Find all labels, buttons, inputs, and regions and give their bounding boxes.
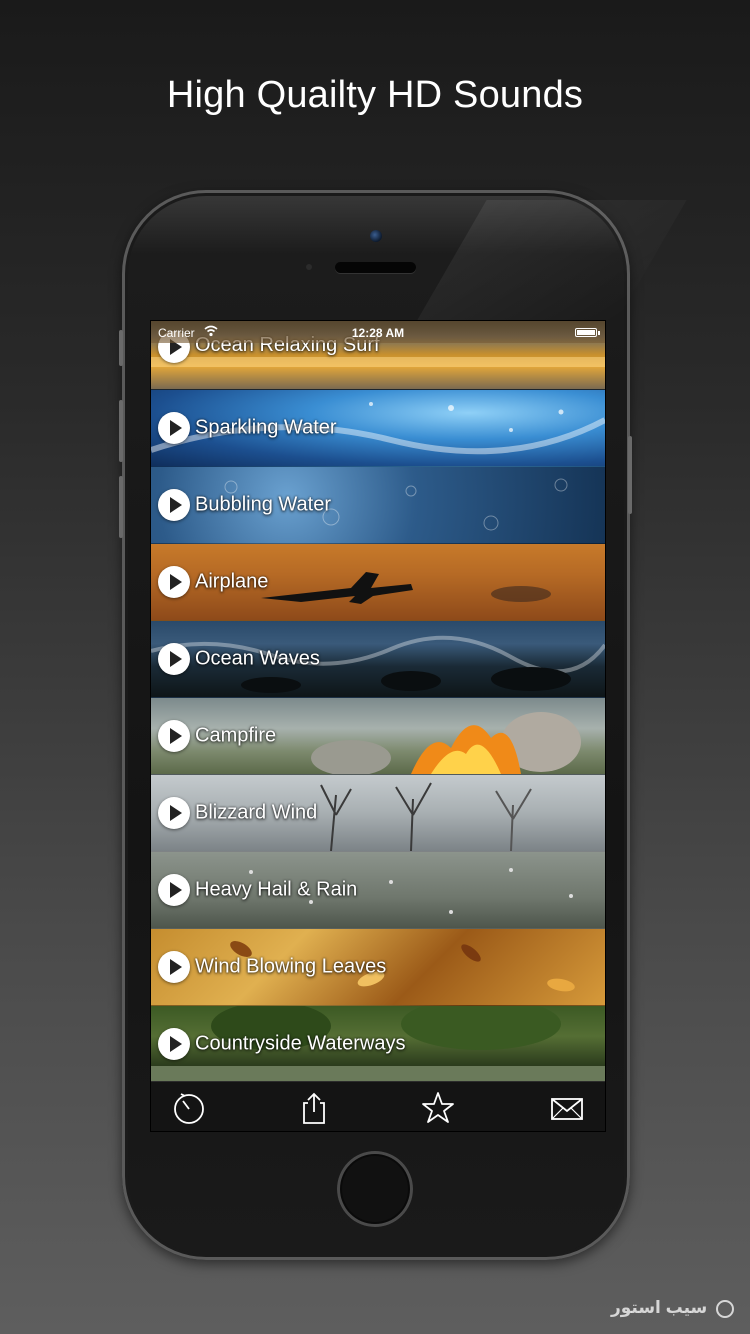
home-button[interactable]	[337, 1151, 413, 1227]
sound-row-sparkling-water[interactable]: Sparkling Water	[151, 390, 605, 467]
sound-row-countryside-waterways[interactable]: Countryside Waterways	[151, 1006, 605, 1083]
play-icon[interactable]	[158, 1028, 190, 1060]
sound-label: Bubbling Water	[195, 493, 331, 516]
mail-icon[interactable]	[549, 1090, 585, 1126]
front-camera	[370, 230, 382, 242]
brand-logo-icon	[716, 1299, 734, 1318]
play-icon[interactable]	[158, 489, 190, 521]
battery-icon	[575, 328, 600, 337]
earpiece-speaker	[335, 262, 416, 273]
sound-row-airplane[interactable]: Airplane	[151, 544, 605, 621]
sound-row-bubbling-water[interactable]: Bubbling Water	[151, 467, 605, 544]
sound-label: Heavy Hail & Rain	[195, 878, 358, 901]
sound-row-blizzard-wind[interactable]: Blizzard Wind	[151, 775, 605, 852]
power-button	[628, 436, 632, 514]
status-time: 12:28 AM	[351, 326, 405, 340]
sound-label: Ocean Waves	[195, 647, 320, 670]
sound-label: Blizzard Wind	[195, 801, 318, 824]
sound-label: Airplane	[195, 570, 269, 593]
proximity-sensor	[306, 264, 312, 270]
play-icon[interactable]	[158, 720, 190, 752]
watermark-text: سیب استور	[610, 1298, 708, 1317]
share-icon[interactable]	[296, 1090, 332, 1126]
status-bar: Carrier 12:28 AM	[151, 321, 605, 343]
mute-switch	[119, 330, 123, 366]
timer-icon[interactable]	[171, 1090, 207, 1126]
star-icon[interactable]	[420, 1090, 456, 1126]
sound-label: Campfire	[195, 724, 277, 747]
play-icon[interactable]	[158, 874, 190, 906]
phone-screen: Carrier 12:28 AM Ocean Relaxing Surf Spa…	[150, 320, 606, 1132]
sound-row-campfire[interactable]: Campfire	[151, 698, 605, 775]
sound-row-wind-blowing-leaves[interactable]: Wind Blowing Leaves	[151, 929, 605, 1006]
sound-row-heavy-hail-rain[interactable]: Heavy Hail & Rain	[151, 852, 605, 929]
play-icon[interactable]	[158, 951, 190, 983]
sound-label: Countryside Waterways	[195, 1032, 406, 1055]
volume-down-button	[119, 476, 123, 538]
play-icon[interactable]	[158, 412, 190, 444]
sound-label: Sparkling Water	[195, 416, 337, 439]
page-headline: High Quailty HD Sounds	[166, 74, 584, 116]
play-icon[interactable]	[158, 566, 190, 598]
play-icon[interactable]	[158, 643, 190, 675]
tab-bar	[151, 1081, 605, 1131]
watermark: سیب استور	[611, 1298, 734, 1318]
volume-up-button	[119, 400, 123, 462]
play-icon[interactable]	[158, 797, 190, 829]
sound-label: Wind Blowing Leaves	[195, 955, 387, 978]
sound-row-ocean-waves[interactable]: Ocean Waves	[151, 621, 605, 698]
